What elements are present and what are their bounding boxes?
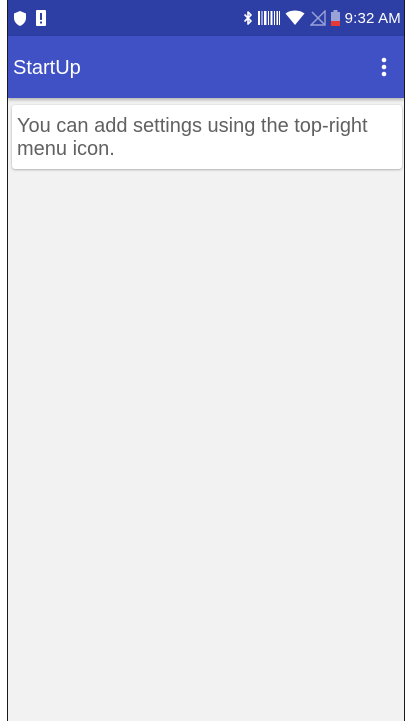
- battery-icon: [330, 10, 340, 26]
- info-message: You can add settings using the top-right…: [17, 115, 368, 160]
- alert-icon: [36, 10, 46, 26]
- barcode-icon: [257, 11, 280, 25]
- shield-icon: [14, 10, 26, 26]
- status-right-icons: 9:32 AM: [243, 8, 401, 28]
- wifi-icon: [285, 10, 305, 26]
- overflow-menu-button[interactable]: [372, 53, 396, 81]
- bluetooth-icon: [243, 10, 253, 26]
- info-card: You can add settings using the top-right…: [12, 105, 402, 169]
- app-bar: StartUp: [8, 36, 404, 98]
- app-title: StartUp: [13, 57, 81, 79]
- status-left-icons: [14, 9, 46, 27]
- device-frame: 9:32 AM StartUp You can add settings usi…: [0, 0, 406, 721]
- more-vert-icon: [381, 57, 387, 77]
- main-content: You can add settings using the top-right…: [8, 98, 404, 721]
- screen: 9:32 AM StartUp You can add settings usi…: [7, 0, 405, 721]
- status-time: 9:32 AM: [344, 9, 401, 27]
- status-bar: 9:32 AM: [8, 0, 404, 36]
- no-signal-icon: [309, 10, 326, 26]
